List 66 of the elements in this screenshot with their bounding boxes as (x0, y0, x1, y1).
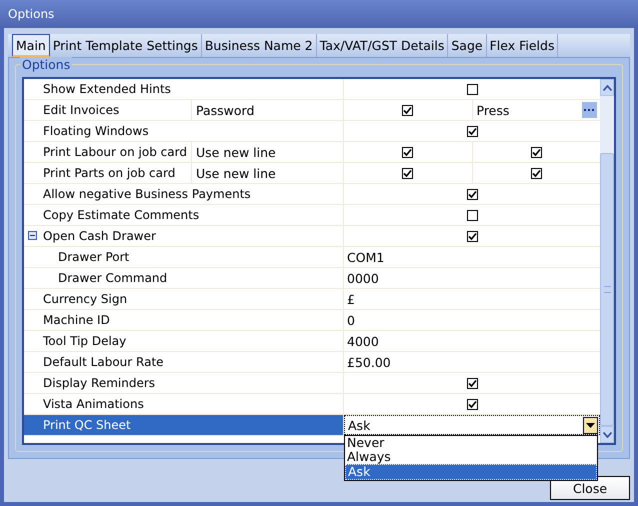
checkbox[interactable] (402, 146, 414, 158)
property-row[interactable]: Edit Invoices Password Press (24, 100, 600, 121)
property-name: Print Parts on job card (43, 166, 176, 180)
property-name: Open Cash Drawer (43, 229, 156, 243)
dropdown-option[interactable]: Always (345, 450, 597, 464)
property-name: Allow negative Business Payments (43, 187, 251, 201)
property-name: Display Reminders (43, 376, 156, 390)
property-name: Edit Invoices (43, 103, 120, 117)
property-row[interactable]: Print Parts on job card Use new line (24, 163, 600, 184)
property-row[interactable]: Open Cash Drawer (24, 226, 600, 247)
property-name: Tool Tip Delay (43, 334, 126, 348)
property-row[interactable]: Print Labour on job card Use new line (24, 142, 600, 163)
property-row[interactable]: Show Extended Hints (24, 79, 600, 100)
scroll-up-icon[interactable] (600, 79, 614, 96)
property-value: 0000 (347, 270, 379, 286)
property-row[interactable]: Drawer Command 0000 (24, 268, 600, 289)
checkbox[interactable] (466, 188, 478, 200)
property-value: COM1 (347, 250, 384, 264)
property-name: Print Labour on job card (43, 145, 187, 159)
property-row[interactable]: Tool Tip Delay 4000 (24, 331, 600, 352)
property-row[interactable]: Currency Sign £ (24, 289, 600, 310)
more-icon[interactable] (582, 102, 597, 118)
property-note: Use new line (196, 144, 276, 160)
property-row[interactable]: Floating Windows (24, 121, 600, 142)
checkbox[interactable] (466, 398, 478, 410)
property-row[interactable]: Machine ID 0 (24, 310, 600, 331)
checkbox[interactable] (466, 378, 478, 388)
group-title: Options (20, 57, 72, 72)
property-row[interactable]: Copy Estimate Comments (24, 205, 600, 226)
tab[interactable]: Main (12, 34, 50, 57)
property-name: Vista Animations (43, 397, 144, 411)
property-name: Copy Estimate Comments (43, 208, 200, 222)
property-name: Default Labour Rate (43, 355, 164, 369)
property-note: Password (196, 102, 254, 118)
property-value: £50.00 (347, 354, 391, 370)
property-value: 0 (347, 312, 355, 328)
checkbox[interactable] (530, 168, 542, 178)
property-row[interactable]: Allow negative Business Payments (24, 184, 600, 205)
checkbox[interactable] (466, 126, 478, 136)
checkbox[interactable] (530, 146, 542, 158)
property-name: Floating Windows (43, 124, 149, 138)
property-row[interactable]: Drawer Port COM1 (24, 247, 600, 268)
property-note: Use new line (196, 166, 276, 180)
dropdown-option[interactable]: Ask (345, 464, 597, 480)
checkbox[interactable] (402, 168, 414, 178)
property-row[interactable]: Default Labour Rate £50.00 (24, 352, 600, 373)
window-title: Options (8, 7, 54, 21)
checkbox[interactable] (466, 230, 478, 242)
dropdown-option[interactable]: Never (345, 436, 597, 450)
property-value: Press (476, 102, 510, 118)
collapse-icon[interactable] (28, 231, 37, 240)
property-name: Show Extended Hints (43, 82, 171, 96)
vertical-scrollbar[interactable] (600, 79, 614, 443)
property-name: Print QC Sheet (43, 418, 131, 432)
checkbox[interactable] (466, 84, 478, 94)
property-name: Currency Sign (43, 292, 128, 306)
property-row[interactable]: Display Reminders (24, 373, 600, 394)
property-name: Machine ID (43, 313, 110, 327)
scroll-thumb[interactable] (600, 153, 614, 426)
checkbox[interactable] (466, 210, 478, 220)
property-value: 4000 (347, 334, 379, 348)
checkbox[interactable] (402, 104, 414, 116)
property-name: Drawer Command (58, 271, 168, 285)
property-name: Drawer Port (58, 250, 130, 264)
scroll-down-icon[interactable] (600, 426, 614, 443)
property-value: £ (347, 292, 355, 306)
